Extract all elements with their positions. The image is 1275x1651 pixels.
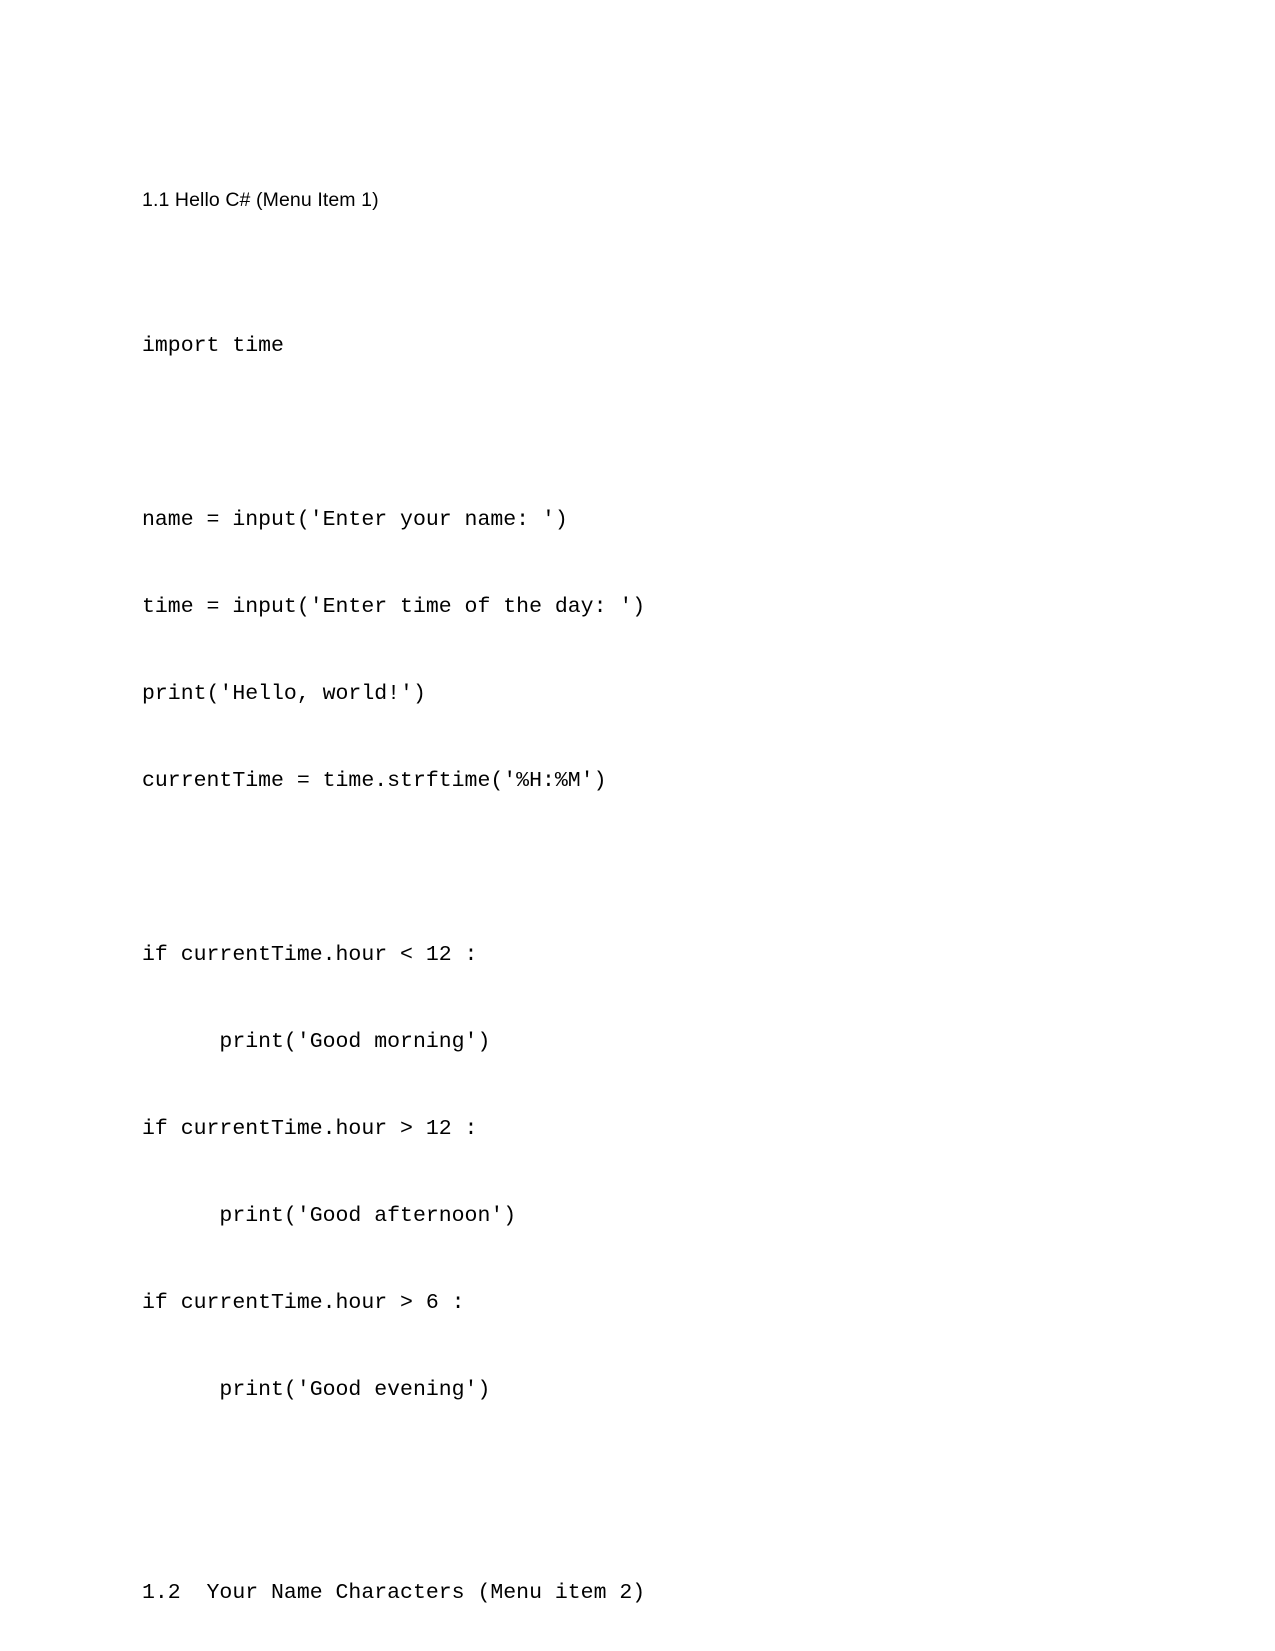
code-line: import time bbox=[142, 334, 284, 358]
code-line: print('Hello, world!') bbox=[142, 682, 426, 706]
code-line: print('Good morning') bbox=[142, 1030, 491, 1054]
code-line: name = input('Enter your name: ') bbox=[142, 508, 568, 532]
document-page: 1.1 Hello C# (Menu Item 1) import time n… bbox=[0, 0, 1275, 1651]
code-line: if currentTime.hour < 12 : bbox=[142, 943, 478, 967]
code-line: currentTime = time.strftime('%H:%M') bbox=[142, 769, 607, 793]
section-1-1-heading: 1.1 Hello C# (Menu Item 1) bbox=[142, 189, 379, 211]
section-1-1-code: import time name = input('Enter your nam… bbox=[142, 274, 1142, 1463]
code-line: time = input('Enter time of the day: ') bbox=[142, 595, 646, 619]
code-line: print('Good afternoon') bbox=[142, 1204, 517, 1228]
code-line: if currentTime.hour > 6 : bbox=[142, 1291, 465, 1315]
section-1-2: 1.2 Your Name Characters (Menu item 2) f… bbox=[142, 1579, 1142, 1651]
section-1-2-code: for i in range(0, 5): for j in range(0, … bbox=[142, 1637, 1142, 1651]
document-body: 1.1 Hello C# (Menu Item 1) import time n… bbox=[142, 186, 1142, 1651]
code-line: if currentTime.hour > 12 : bbox=[142, 1117, 478, 1141]
section-1-1: 1.1 Hello C# (Menu Item 1) import time n… bbox=[142, 186, 1142, 1463]
section-1-2-heading: 1.2 Your Name Characters (Menu item 2) bbox=[142, 1581, 646, 1605]
code-line: print('Good evening') bbox=[142, 1378, 491, 1402]
